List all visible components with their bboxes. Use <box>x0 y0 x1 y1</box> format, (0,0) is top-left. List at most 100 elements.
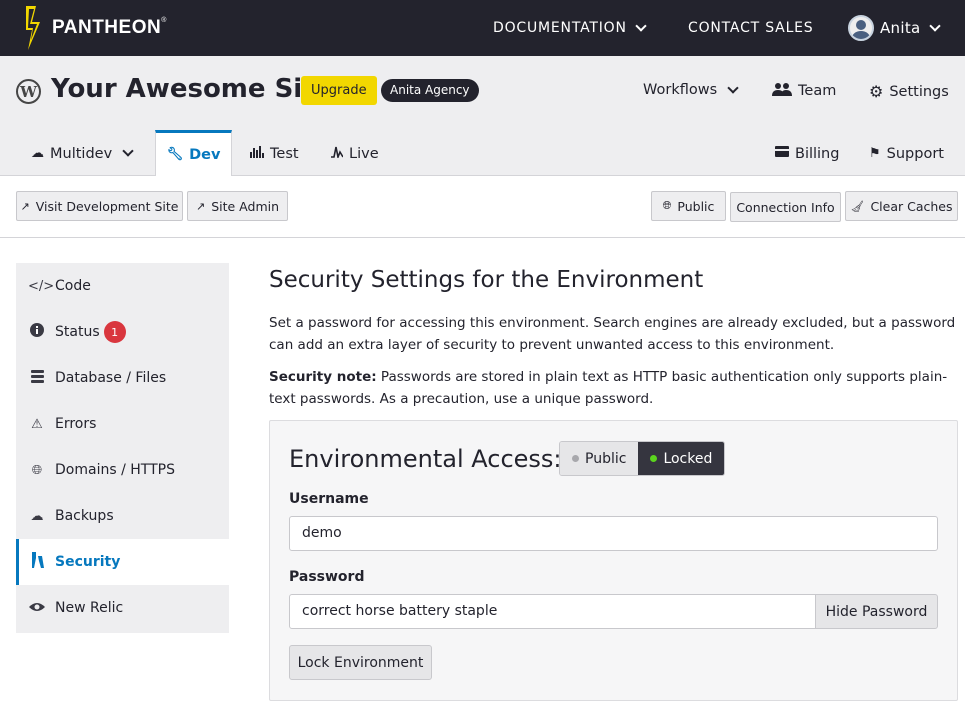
tab-test-label: Test <box>270 145 299 162</box>
team-label: Team <box>798 83 837 99</box>
visit-development-site-button[interactable]: ↗ Visit Development Site <box>16 191 183 221</box>
sidebar-item-label: Status <box>55 324 100 340</box>
divider <box>0 237 965 238</box>
settings-link[interactable]: ⚙ Settings <box>869 82 949 101</box>
pulse-icon <box>331 146 344 162</box>
environmental-access-title: Environmental Access: <box>289 445 562 473</box>
public-button[interactable]: 🌐︎ Public <box>651 191 726 221</box>
password-label: Password <box>289 569 365 585</box>
documentation-menu[interactable]: DOCUMENTATION <box>493 0 647 56</box>
status-dot-icon <box>650 455 658 462</box>
public-label: Public <box>677 198 715 214</box>
locked-option-label: Locked <box>663 450 713 467</box>
pantheon-logo[interactable]: PANTHEON® <box>24 6 167 50</box>
info-icon <box>28 323 46 341</box>
sidebar-item-database-files[interactable]: Database / Files <box>16 355 229 401</box>
external-link-icon: ↗ <box>195 199 206 213</box>
sidebar-item-domains-https[interactable]: 🌐︎ Domains / HTTPS <box>16 447 229 493</box>
site-admin-button[interactable]: ↗ Site Admin <box>187 191 288 221</box>
public-option-label: Public <box>585 450 627 467</box>
sidebar-item-label: Errors <box>55 416 97 432</box>
connection-info-label: Connection Info <box>736 199 835 215</box>
lock-environment-button[interactable]: Lock Environment <box>289 645 432 680</box>
sidebar-item-label: Backups <box>55 508 114 524</box>
bar-chart-icon <box>250 145 264 162</box>
top-bar: PANTHEON® DOCUMENTATION CONTACT SALES An… <box>0 0 965 56</box>
sidebar-item-label: New Relic <box>55 600 124 616</box>
user-name: Anita <box>880 19 921 37</box>
external-link-icon: ↗ <box>20 199 30 213</box>
site-admin-label: Site Admin <box>211 198 280 214</box>
settings-label: Settings <box>889 83 949 100</box>
sidebar-item-label: Code <box>55 278 91 294</box>
chevron-down-icon <box>928 19 941 32</box>
page-title: Security Settings for the Environment <box>269 267 704 293</box>
sidebar-item-new-relic[interactable]: New Relic <box>16 585 229 631</box>
tab-live[interactable]: Live <box>331 131 379 176</box>
site-header: W Your Awesome Site Upgrade Anita Agency… <box>0 56 965 176</box>
connection-info-button[interactable]: Connection Info <box>730 192 841 222</box>
hide-password-button[interactable]: Hide Password <box>815 594 938 629</box>
environment-sidebar: </> Code Status 1 Database / Files ⚠ Err… <box>16 263 229 633</box>
tab-dev[interactable]: 🔧︎ Dev <box>155 130 232 176</box>
chevron-down-icon <box>727 81 739 94</box>
sidebar-item-code[interactable]: </> Code <box>16 263 229 309</box>
team-link[interactable]: Team <box>772 82 836 100</box>
support-label: Support <box>886 145 944 162</box>
password-field[interactable]: correct horse battery staple <box>289 594 816 629</box>
database-icon <box>28 369 46 387</box>
tab-live-label: Live <box>349 145 379 162</box>
tab-test[interactable]: Test <box>250 131 299 176</box>
avatar <box>848 15 874 41</box>
logo-text: PANTHEON <box>52 17 162 38</box>
documentation-label: DOCUMENTATION <box>493 20 627 36</box>
security-icon <box>28 552 46 572</box>
contact-sales-link[interactable]: CONTACT SALES <box>688 0 814 56</box>
locked-toggle-option[interactable]: Locked <box>638 442 725 475</box>
chevron-down-icon <box>122 145 134 157</box>
gear-icon: ⚙ <box>869 82 884 101</box>
code-icon: </> <box>28 278 55 294</box>
public-toggle-option[interactable]: Public <box>560 442 639 475</box>
sidebar-item-security[interactable]: Security <box>16 539 229 585</box>
sidebar-item-label: Security <box>55 554 121 570</box>
chevron-down-icon <box>635 19 647 32</box>
wrench-icon: 🔧︎ <box>166 147 184 162</box>
billing-label: Billing <box>795 145 840 162</box>
logo-registered-mark: ® <box>161 17 167 24</box>
globe-icon: 🌐︎ <box>662 199 672 212</box>
security-note: Security note: Passwords are stored in p… <box>269 366 959 410</box>
agency-badge[interactable]: Anita Agency <box>381 79 479 102</box>
access-toggle: Public Locked <box>559 441 726 476</box>
contact-sales-label: CONTACT SALES <box>688 20 814 36</box>
site-title: Your Awesome Site <box>51 74 333 104</box>
workflows-label: Workflows <box>643 82 718 98</box>
user-menu[interactable]: Anita <box>848 0 941 56</box>
environmental-access-panel: Environmental Access: Public Locked User… <box>269 420 958 701</box>
sidebar-item-status[interactable]: Status 1 <box>16 309 229 355</box>
username-field[interactable]: demo <box>289 516 938 551</box>
flag-icon: ⚑ <box>869 146 881 161</box>
warning-icon: ⚠ <box>31 416 43 432</box>
security-note-label: Security note: <box>269 369 377 385</box>
clear-caches-button[interactable]: 🧹︎ Clear Caches <box>845 191 958 221</box>
sidebar-item-errors[interactable]: ⚠ Errors <box>16 401 229 447</box>
username-label: Username <box>289 491 369 507</box>
workflows-menu[interactable]: Workflows <box>643 81 739 98</box>
sidebar-item-label: Database / Files <box>55 370 167 386</box>
sidebar-item-backups[interactable]: ☁ Backups <box>16 493 229 539</box>
support-link[interactable]: ⚑ Support <box>869 131 944 176</box>
billing-link[interactable]: Billing <box>775 131 839 176</box>
clear-caches-label: Clear Caches <box>870 198 953 214</box>
cloud-upload-icon: ☁ <box>30 508 44 524</box>
cloud-icon: ☁ <box>31 146 44 161</box>
sidebar-item-label: Domains / HTTPS <box>55 462 175 478</box>
status-count-badge: 1 <box>103 321 126 343</box>
status-dot-icon <box>572 455 579 462</box>
intro-paragraph: Set a password for accessing this enviro… <box>269 315 956 353</box>
wordpress-icon: W <box>16 79 41 104</box>
upgrade-button[interactable]: Upgrade <box>301 76 377 105</box>
tab-dev-label: Dev <box>189 146 221 163</box>
visit-development-site-label: Visit Development Site <box>35 198 179 214</box>
tab-multidev[interactable]: ☁ Multidev <box>31 131 134 176</box>
